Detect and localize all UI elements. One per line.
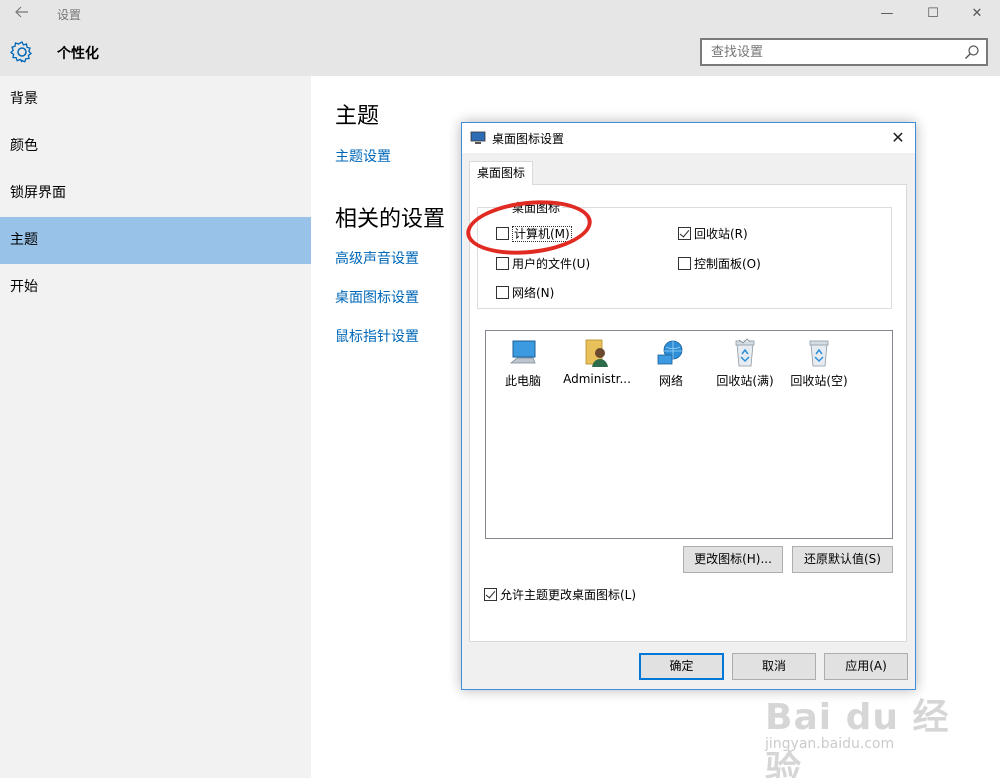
desktop-icon-settings-link[interactable]: 桌面图标设置 [335,287,419,307]
section-title-themes: 主题 [335,104,380,129]
sidebar-item-colors[interactable]: 颜色 [0,123,311,170]
change-icon-button[interactable]: 更改图标(H)... [683,546,783,573]
search-input[interactable] [702,40,952,64]
list-item-recycle-bin-full[interactable]: 回收站(满) [708,331,782,389]
user-files-checkbox[interactable]: 用户的文件(U) [496,257,590,273]
recycle-bin-empty-icon [809,340,829,367]
minimize-button[interactable]: — [864,0,910,28]
recycle-bin-checkbox[interactable]: 回收站(R) [678,227,748,243]
close-button[interactable]: ✕ [954,0,1000,28]
settings-header: 个性化 [0,28,1000,76]
restore-default-button[interactable]: 还原默认值(S) [792,546,893,573]
list-item-network[interactable]: 网络 [634,331,708,389]
checkbox-label: 用户的文件(U) [512,257,591,271]
maximize-button[interactable]: ☐ [910,0,956,28]
checkbox-box[interactable] [496,257,509,270]
icon-label: 网络 [658,374,683,388]
network-checkbox[interactable]: 网络(N) [496,286,554,302]
checkbox-box[interactable] [678,257,691,270]
checkbox-box[interactable] [678,227,691,240]
dialog-close-button[interactable]: ✕ [883,123,913,153]
page-title: 个性化 [57,46,99,62]
section-title-related-settings: 相关的设置 [335,207,446,232]
watermark-logo: Bai du 经验 [765,697,950,778]
gear-icon [10,40,34,64]
list-item-recycle-bin-empty[interactable]: 回收站(空) [782,331,856,389]
dialog-titlebar: 桌面图标设置 ✕ [462,123,915,153]
recycle-bin-full-icon [735,338,755,367]
icon-label: 回收站(空) [790,374,848,388]
ok-button[interactable]: 确定 [639,653,724,680]
allow-themes-checkbox[interactable]: 允许主题更改桌面图标(L) [484,588,636,604]
checkbox-box[interactable] [484,588,497,601]
checkbox-label: 网络(N) [512,286,555,300]
list-item-this-pc[interactable]: 此电脑 [486,331,560,389]
icon-label: 回收站(满) [716,374,774,388]
sidebar: 背景 颜色 锁屏界面 主题 开始 [0,76,311,778]
search-icon[interactable] [964,44,980,60]
control-panel-checkbox[interactable]: 控制面板(O) [678,257,761,273]
back-arrow-icon[interactable] [12,4,32,24]
checkbox-label: 回收站(R) [694,227,748,241]
advanced-sound-settings-link[interactable]: 高级声音设置 [335,248,419,268]
mouse-pointer-settings-link[interactable]: 鼠标指针设置 [335,326,419,346]
dialog-title: 桌面图标设置 [492,132,565,146]
window-title: 设置 [57,8,82,22]
icon-label: 此电脑 [504,374,541,388]
icon-label: Administr... [563,372,631,386]
sidebar-item-lockscreen[interactable]: 锁屏界面 [0,170,311,217]
sidebar-item-background[interactable]: 背景 [0,76,311,123]
user-folder-icon [585,339,608,367]
watermark-url: jingyan.baidu.com [765,736,895,752]
monitor-icon [470,131,486,145]
list-item-administrator[interactable]: Administr... [560,331,634,386]
network-icon [657,340,683,365]
checkbox-label: 允许主题更改桌面图标(L) [500,588,637,602]
sidebar-item-start[interactable]: 开始 [0,264,311,311]
computer-icon [509,340,536,364]
baidu-watermark: Bai du 经验 jingyan.baidu.com [765,668,985,778]
window-titlebar: 设置 — ☐ ✕ [0,0,1000,28]
desktop-icon-list[interactable]: 此电脑 Administr... 网络 回收站(满) 回收站(空) [485,330,893,539]
checkbox-box[interactable] [496,286,509,299]
theme-settings-link[interactable]: 主题设置 [335,146,391,166]
sidebar-item-themes[interactable]: 主题 [0,217,311,264]
checkbox-label: 控制面板(O) [694,257,761,271]
tab-desktop-icons[interactable]: 桌面图标 [469,161,533,185]
search-box[interactable] [700,38,988,66]
